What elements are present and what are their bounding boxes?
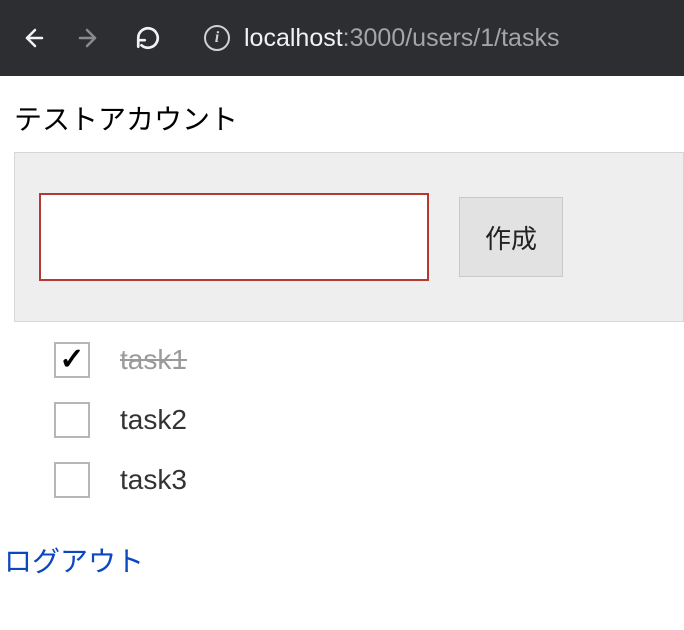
url-text: localhost:3000/users/1/tasks xyxy=(244,24,559,53)
task-item: task2 xyxy=(54,402,684,438)
url-path: :3000/users/1/tasks xyxy=(343,24,560,52)
create-button[interactable]: 作成 xyxy=(459,197,563,277)
task-item: ✓ task1 xyxy=(54,342,684,378)
task-label: task1 xyxy=(120,344,187,376)
url-bar[interactable]: i localhost:3000/users/1/tasks xyxy=(204,24,559,53)
page-content: テストアカウント 作成 ✓ task1 task2 task3 ログアウト xyxy=(0,76,684,580)
reload-button[interactable] xyxy=(128,18,168,58)
task-label: task2 xyxy=(120,404,187,436)
account-name: テストアカウント xyxy=(14,98,670,138)
forward-button[interactable] xyxy=(70,18,110,58)
task-list: ✓ task1 task2 task3 xyxy=(54,342,684,498)
url-host: localhost xyxy=(244,24,343,52)
back-button[interactable] xyxy=(12,18,52,58)
task-input[interactable] xyxy=(39,193,429,281)
task-item: task3 xyxy=(54,462,684,498)
task-checkbox[interactable]: ✓ xyxy=(54,342,90,378)
logout-link[interactable]: ログアウト xyxy=(4,540,144,580)
task-checkbox[interactable] xyxy=(54,402,90,438)
task-checkbox[interactable] xyxy=(54,462,90,498)
task-form: 作成 xyxy=(14,152,684,322)
browser-toolbar: i localhost:3000/users/1/tasks xyxy=(0,0,684,76)
task-label: task3 xyxy=(120,464,187,496)
info-icon[interactable]: i xyxy=(204,25,230,51)
